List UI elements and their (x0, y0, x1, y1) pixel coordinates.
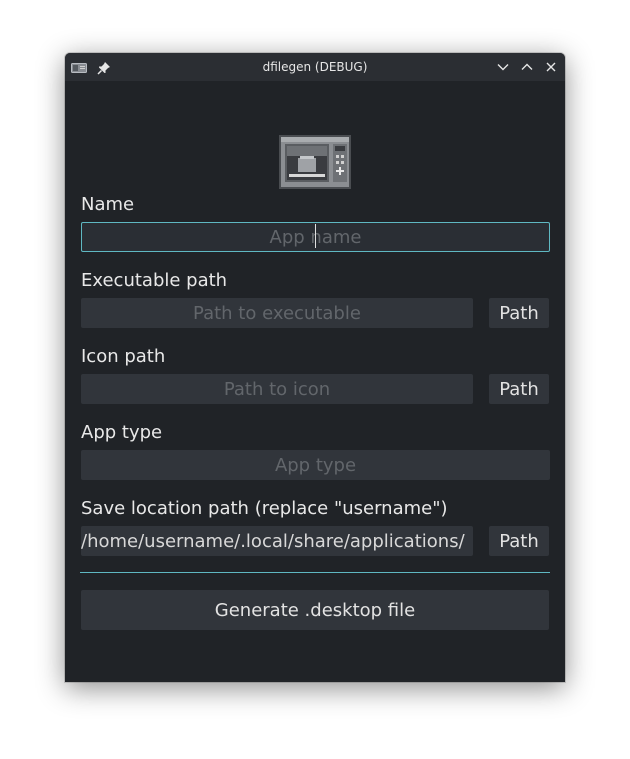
generate-desktop-file-button[interactable]: Generate .desktop file (81, 590, 549, 630)
save-location-input[interactable] (81, 526, 473, 556)
chevron-up-icon (521, 63, 533, 70)
app-window: dfilegen (DEBUG) Name App name Executabl… (65, 53, 565, 682)
text-caret (315, 224, 316, 248)
minimize-button[interactable] (495, 59, 511, 75)
separator (80, 572, 550, 573)
title-bar[interactable]: dfilegen (DEBUG) (65, 53, 565, 81)
executable-path-label: Executable path (81, 270, 228, 291)
chevron-down-icon (497, 64, 509, 71)
name-label: Name (81, 194, 135, 215)
microwave-icon (278, 134, 352, 190)
executable-path-input[interactable] (81, 298, 473, 328)
icon-path-input[interactable] (81, 374, 473, 404)
window-title: dfilegen (DEBUG) (262, 60, 368, 74)
icon-path-browse-button[interactable]: Path (489, 374, 549, 404)
save-location-browse-button[interactable]: Path (489, 526, 549, 556)
save-location-label: Save location path (replace "username") (81, 498, 448, 519)
app-type-input[interactable] (81, 450, 550, 480)
app-type-label: App type (81, 422, 163, 443)
maximize-button[interactable] (519, 59, 535, 75)
icon-path-label: Icon path (81, 346, 166, 367)
close-icon (546, 62, 556, 72)
close-button[interactable] (543, 59, 559, 75)
executable-path-browse-button[interactable]: Path (489, 298, 549, 328)
